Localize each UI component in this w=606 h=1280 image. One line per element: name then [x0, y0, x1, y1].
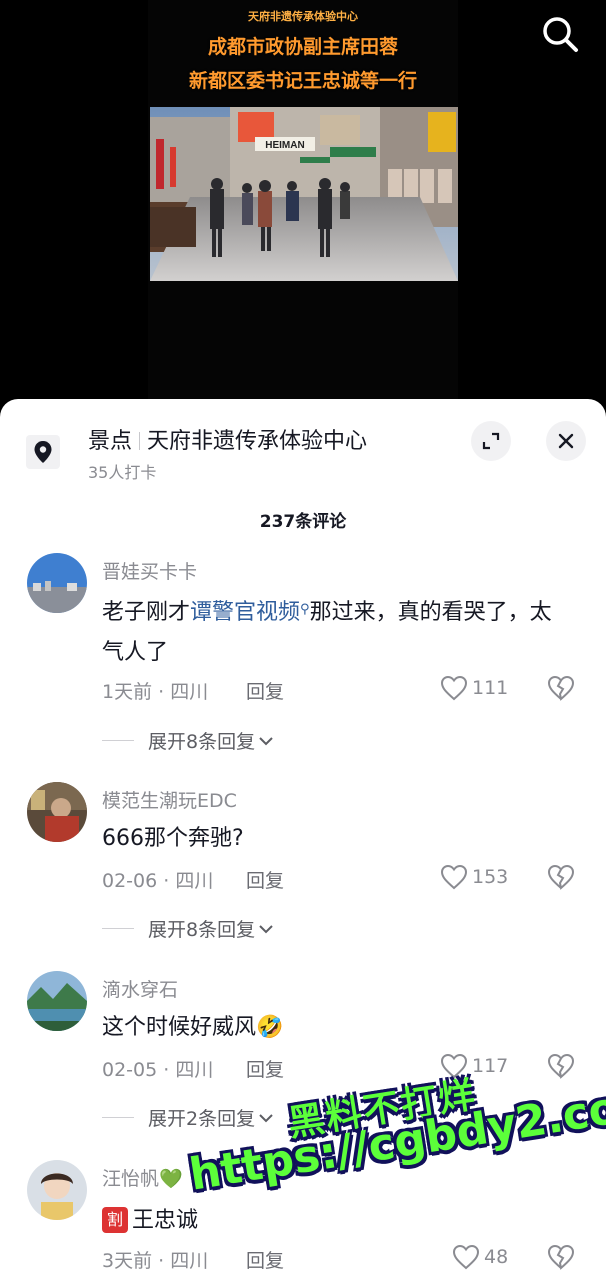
- comment-text: 割王忠诚: [102, 1201, 572, 1241]
- comment-meta: 3天前 · 四川: [102, 1250, 209, 1272]
- comment-text: 这个时候好威风🤣: [102, 1008, 572, 1048]
- dislike-button[interactable]: [547, 1244, 575, 1272]
- comment-username[interactable]: 滴水穿石: [102, 975, 178, 1002]
- like-count: 153: [472, 866, 509, 888]
- comment-region: 四川: [175, 1059, 214, 1081]
- comment-username[interactable]: 汪怡帆💚: [102, 1164, 183, 1191]
- comment-time: 3天前: [102, 1250, 153, 1272]
- avatar[interactable]: [27, 1160, 87, 1220]
- comment-text-part: 这个时候好威风: [102, 1015, 257, 1040]
- comment-text-part: 老子刚才: [102, 600, 191, 625]
- like-count: 117: [472, 1055, 509, 1077]
- laughing-emoji: 🤣: [256, 1015, 284, 1040]
- divider-line: [102, 928, 134, 929]
- avatar[interactable]: [27, 782, 87, 842]
- comment-username[interactable]: 晋娃买卡卡: [102, 557, 197, 584]
- chevron-down-icon: [259, 736, 273, 745]
- green-heart-emoji: 💚: [159, 1168, 183, 1190]
- search-button[interactable]: [540, 14, 580, 54]
- comment-meta: 02-06 · 四川: [102, 870, 214, 892]
- dislike-button[interactable]: [547, 864, 575, 892]
- comment-meta: 02-05 · 四川: [102, 1059, 214, 1081]
- expand-button[interactable]: [471, 421, 511, 461]
- avatar[interactable]: [27, 553, 87, 613]
- location-title[interactable]: 景点 天府非遗传承体验中心: [88, 423, 367, 455]
- location-checkins: 35人打卡: [88, 463, 157, 482]
- expand-icon: [482, 432, 500, 450]
- reply-button[interactable]: 回复: [246, 1246, 284, 1273]
- username-text: 汪怡帆: [102, 1168, 160, 1190]
- comment-count-title: 237条评论: [259, 512, 347, 532]
- svg-text:HEIMAN: HEIMAN: [265, 140, 304, 151]
- comment-region: 四川: [170, 1250, 209, 1272]
- caption-small: 天府非遗传承体验中心: [248, 10, 358, 23]
- heart-icon: [452, 1244, 480, 1270]
- comment-time: 1天前: [102, 681, 153, 703]
- expand-replies-label: 展开8条回复: [148, 919, 256, 941]
- dislike-button[interactable]: [547, 1053, 575, 1081]
- avatar[interactable]: [27, 971, 87, 1031]
- broken-heart-icon: [547, 864, 575, 890]
- heart-icon: [440, 864, 468, 890]
- caption-line-2: 新都区委书记王忠诚等一行: [188, 70, 417, 92]
- comment-link[interactable]: 谭警官视频: [190, 600, 300, 625]
- comment-text: 666那个奔驰?: [102, 826, 244, 851]
- like-button[interactable]: 48: [452, 1244, 508, 1270]
- comment-text: 老子刚才谭警官视频⚲那过来，真的看哭了，太气人了: [102, 590, 572, 673]
- video-caption: 天府非遗传承体验中心 成都市政协副主席田蓉 新都区委书记王忠诚等一行: [0, 8, 606, 98]
- chevron-down-icon: [259, 924, 273, 933]
- broken-heart-icon: [547, 1244, 575, 1270]
- broken-heart-icon: [547, 675, 575, 701]
- comment-time: 02-06: [102, 870, 158, 892]
- location-type: 景点: [88, 429, 133, 454]
- like-button[interactable]: 153: [440, 864, 508, 890]
- reply-button[interactable]: 回复: [246, 677, 284, 704]
- dislike-button[interactable]: [547, 675, 575, 703]
- chevron-down-icon: [259, 1113, 273, 1122]
- location-divider: [139, 432, 141, 450]
- reply-button[interactable]: 回复: [246, 1055, 284, 1082]
- divider-line: [102, 1117, 134, 1118]
- broken-heart-icon: [547, 1053, 575, 1079]
- search-icon: [543, 17, 578, 52]
- expand-replies-button[interactable]: 展开8条回复: [102, 915, 275, 942]
- location-pin-icon: [26, 435, 60, 469]
- reply-button[interactable]: 回复: [246, 866, 284, 893]
- comment-text-part: 王忠诚: [132, 1208, 199, 1233]
- link-search-icon: ⚲: [300, 602, 310, 617]
- like-count: 48: [484, 1246, 509, 1268]
- like-button[interactable]: 111: [440, 675, 508, 701]
- close-button[interactable]: [546, 421, 586, 461]
- caption-line-1: 成都市政协副主席田蓉: [207, 36, 398, 58]
- video-player[interactable]: 天府非遗传承体验中心 成都市政协副主席田蓉 新都区委书记王忠诚等一行 HEIMA…: [0, 0, 606, 420]
- expand-replies-button[interactable]: 展开8条回复: [102, 727, 275, 754]
- close-icon: [558, 433, 574, 449]
- expand-replies-button[interactable]: 展开2条回复: [102, 1104, 275, 1131]
- heart-icon: [440, 675, 468, 701]
- comment-meta: 1天前 · 四川: [102, 681, 209, 703]
- comment-region: 四川: [170, 681, 209, 703]
- like-count: 111: [472, 677, 509, 699]
- location-header[interactable]: 景点 天府非遗传承体验中心 35人打卡: [0, 399, 606, 489]
- expand-replies-label: 展开2条回复: [148, 1108, 256, 1130]
- expand-replies-label: 展开8条回复: [148, 731, 256, 753]
- comment-region: 四川: [175, 870, 214, 892]
- video-still-image: HEIMAN: [150, 107, 458, 281]
- comment-username[interactable]: 模范生潮玩EDC: [102, 786, 237, 813]
- comment-time: 02-05: [102, 1059, 158, 1081]
- location-name: 天府非遗传承体验中心: [147, 429, 368, 454]
- divider-line: [102, 740, 134, 741]
- cut-badge-icon: 割: [102, 1207, 128, 1233]
